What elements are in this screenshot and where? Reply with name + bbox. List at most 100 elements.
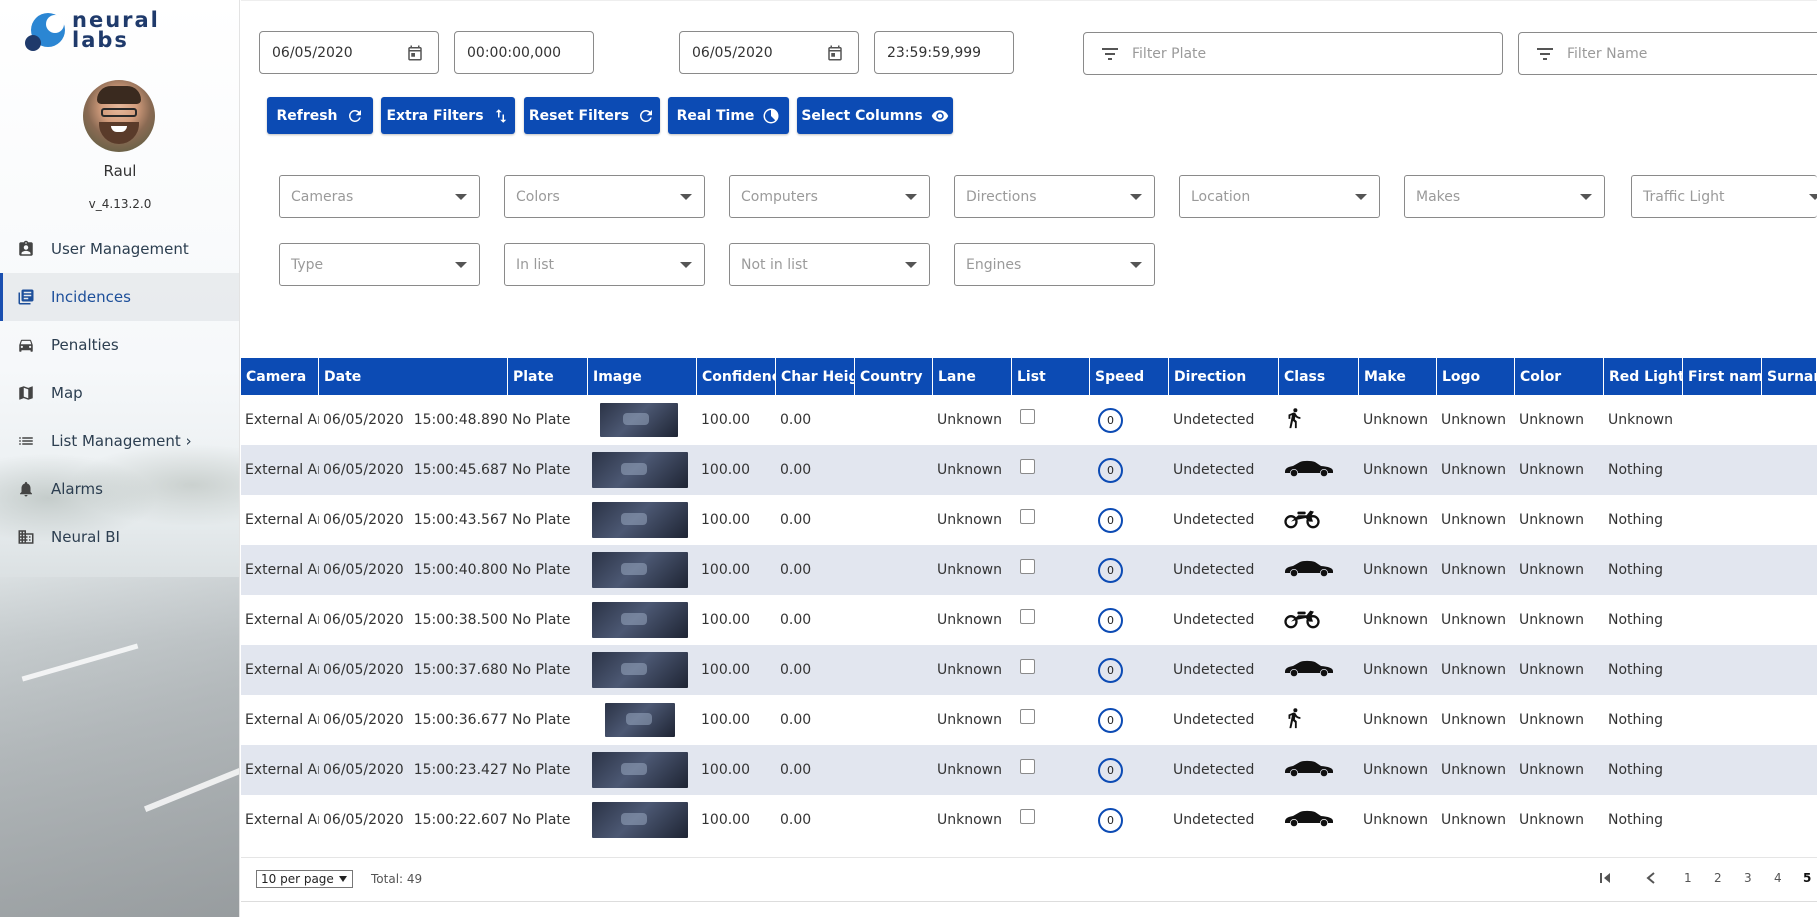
cell-class: [1279, 545, 1359, 595]
not-in-list-select[interactable]: Not in list: [729, 243, 930, 286]
sidebar-item-user-management[interactable]: User Management: [0, 225, 239, 273]
refresh-button[interactable]: Refresh: [267, 97, 373, 134]
sidebar-item-penalties[interactable]: Penalties: [0, 321, 239, 369]
select-columns-button[interactable]: Select Columns: [797, 97, 953, 134]
cell-country: [855, 395, 933, 445]
column-header-color[interactable]: Color: [1515, 358, 1604, 395]
pedestrian-icon: [1288, 408, 1301, 429]
table-row[interactable]: External An 06/05/2020 15:00:45.687 No Plat…: [241, 445, 1817, 495]
first-page-icon[interactable]: [1598, 871, 1612, 885]
start-date-input[interactable]: 06/05/2020: [259, 31, 439, 74]
capture-thumbnail[interactable]: [592, 802, 688, 838]
cell-lane: Unknown: [937, 662, 1002, 678]
column-header-plate[interactable]: Plate: [508, 358, 588, 395]
traffic-light-select[interactable]: Traffic Light: [1631, 175, 1817, 218]
column-header-date[interactable]: Date: [319, 358, 508, 395]
column-header-list[interactable]: List: [1012, 358, 1090, 395]
column-header-first-name[interactable]: First name: [1683, 358, 1762, 395]
engines-select[interactable]: Engines: [954, 243, 1155, 286]
cell-class: [1279, 745, 1359, 795]
per-page-select[interactable]: 10 per page: [256, 870, 353, 888]
end-date-input[interactable]: 06/05/2020: [679, 31, 859, 74]
end-time-input[interactable]: 23:59:59,999: [874, 31, 1014, 74]
capture-thumbnail[interactable]: [592, 452, 688, 488]
cameras-select[interactable]: Cameras: [279, 175, 480, 218]
real-time-button[interactable]: Real Time: [668, 97, 789, 134]
filter-plate-input[interactable]: Filter Plate: [1083, 32, 1503, 75]
capture-thumbnail[interactable]: [592, 502, 688, 538]
sidebar-item-map[interactable]: Map: [0, 369, 239, 417]
list-checkbox[interactable]: [1020, 708, 1035, 724]
page-link[interactable]: 3: [1744, 871, 1752, 885]
makes-select[interactable]: Makes: [1404, 175, 1605, 218]
column-header-country[interactable]: Country: [855, 358, 933, 395]
in-list-select[interactable]: In list: [504, 243, 705, 286]
table-row[interactable]: External An 06/05/2020 15:00:38.500 No Plat…: [241, 595, 1817, 645]
cell-speed: 0: [1090, 495, 1169, 545]
capture-thumbnail[interactable]: [592, 602, 688, 638]
type-select[interactable]: Type: [279, 243, 480, 286]
column-header-logo[interactable]: Logo: [1437, 358, 1515, 395]
column-header-lane[interactable]: Lane: [933, 358, 1012, 395]
table-row[interactable]: External An 06/05/2020 15:00:43.567 No Plat…: [241, 495, 1817, 545]
cell-date-day: 06/05/2020: [323, 712, 404, 728]
cell-char-height: 0.00: [780, 562, 812, 578]
cell-surname: [1762, 695, 1817, 745]
column-header-red-light[interactable]: Red Light: [1604, 358, 1683, 395]
calendar-icon[interactable]: [826, 44, 844, 62]
column-header-camera[interactable]: Camera: [241, 358, 319, 395]
column-header-direction[interactable]: Direction: [1169, 358, 1279, 395]
capture-thumbnail[interactable]: [600, 403, 678, 437]
extra-filters-button[interactable]: Extra Filters: [381, 97, 515, 134]
list-checkbox[interactable]: [1020, 658, 1035, 674]
list-checkbox[interactable]: [1020, 508, 1035, 524]
capture-thumbnail[interactable]: [605, 703, 675, 737]
avatar[interactable]: [83, 80, 155, 152]
computers-select[interactable]: Computers: [729, 175, 930, 218]
directions-select[interactable]: Directions: [954, 175, 1155, 218]
calendar-icon[interactable]: [406, 44, 424, 62]
sidebar-item-alarms[interactable]: Alarms: [0, 465, 239, 513]
cell-lane: Unknown: [937, 812, 1002, 828]
column-header-surname[interactable]: Surname: [1762, 358, 1817, 395]
list-checkbox[interactable]: [1020, 408, 1035, 424]
capture-thumbnail[interactable]: [592, 552, 688, 588]
list-checkbox[interactable]: [1020, 608, 1035, 624]
list-checkbox[interactable]: [1020, 758, 1035, 774]
page-link[interactable]: 2: [1714, 871, 1722, 885]
column-header-image[interactable]: Image: [588, 358, 697, 395]
page-link[interactable]: 4: [1774, 871, 1782, 885]
page-link[interactable]: 1: [1684, 871, 1692, 885]
column-header-confidence[interactable]: Confidence: [697, 358, 776, 395]
sidebar-item-list-management[interactable]: List Management ›: [0, 417, 239, 465]
previous-page-icon[interactable]: [1645, 871, 1657, 885]
column-header-speed[interactable]: Speed: [1090, 358, 1169, 395]
reset-filters-button[interactable]: Reset Filters: [524, 97, 660, 134]
capture-thumbnail[interactable]: [592, 652, 688, 688]
table-row[interactable]: External An 06/05/2020 15:00:37.680 No Plat…: [241, 645, 1817, 695]
page-link-current[interactable]: 5: [1803, 871, 1811, 885]
sidebar-item-incidences[interactable]: Incidences: [0, 273, 239, 321]
column-header-class[interactable]: Class: [1279, 358, 1359, 395]
list-checkbox[interactable]: [1020, 808, 1035, 824]
cell-surname: [1762, 745, 1817, 795]
table-row[interactable]: External An 06/05/2020 15:00:48.890 No Plat…: [241, 395, 1817, 445]
cell-confidence: 100.00: [701, 412, 750, 428]
list-checkbox[interactable]: [1020, 558, 1035, 574]
chevron-down-icon: [905, 194, 917, 200]
list-checkbox[interactable]: [1020, 458, 1035, 474]
start-time-input[interactable]: 00:00:00,000: [454, 31, 594, 74]
column-header-char-height[interactable]: Char Height: [776, 358, 855, 395]
sidebar-item-neural-bi[interactable]: Neural BI: [0, 513, 239, 561]
table-row[interactable]: External An 06/05/2020 15:00:40.800 No Plat…: [241, 545, 1817, 595]
location-select[interactable]: Location: [1179, 175, 1380, 218]
capture-thumbnail[interactable]: [592, 752, 688, 788]
table-row[interactable]: External An 06/05/2020 15:00:36.677 No Plat…: [241, 695, 1817, 745]
cell-date-time: 15:00:22.607: [413, 812, 508, 828]
table-row[interactable]: External An 06/05/2020 15:00:23.427 No Plat…: [241, 745, 1817, 795]
cell-surname: [1762, 795, 1817, 845]
filter-name-input[interactable]: Filter Name: [1518, 32, 1817, 75]
column-header-make[interactable]: Make: [1359, 358, 1437, 395]
table-row[interactable]: External An 06/05/2020 15:00:22.607 No Plat…: [241, 795, 1817, 845]
colors-select[interactable]: Colors: [504, 175, 705, 218]
